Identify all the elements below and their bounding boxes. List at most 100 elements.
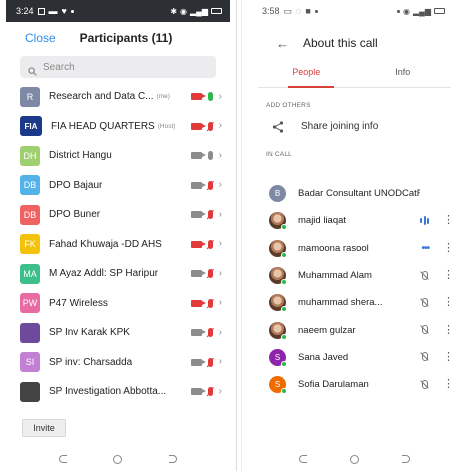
participant-name: FIA HEAD QUARTERS <box>51 120 155 132</box>
mic-muted-icon <box>207 180 213 190</box>
participant-row[interactable]: SP Inv Karak KPK › <box>6 318 230 348</box>
participant-row[interactable]: MA M Ayaz Addl: SP Haripur › <box>6 259 230 289</box>
avatar: S <box>269 348 287 367</box>
close-button[interactable]: Close <box>25 31 56 45</box>
back-nav-icon[interactable] <box>299 455 308 463</box>
participant-list: R Research and Data C... (me) › FIA FIA HEAD … <box>6 82 230 407</box>
avatar: FK <box>20 234 40 255</box>
more-options-icon[interactable]: ⋮ <box>443 215 451 226</box>
in-call-person-row[interactable]: S Sofia Darulaman ⋮ <box>258 371 451 398</box>
signal-icon: ▂▄▆ <box>413 6 431 16</box>
person-name: Badar Consultant UNODCatFl... <box>298 188 420 200</box>
in-call-person-row[interactable]: B Badar Consultant UNODCatFl... <box>258 180 451 207</box>
tab-people[interactable]: People <box>258 64 355 87</box>
home-nav-icon[interactable] <box>349 454 359 464</box>
person-controls: ⋮ <box>419 270 451 281</box>
mic-icon <box>207 151 213 161</box>
notification-icon: ▭ <box>283 5 293 16</box>
in-call-person-row[interactable]: muhammad shera... ⋮ <box>258 289 451 316</box>
video-icon <box>190 358 206 366</box>
participant-row[interactable]: DB DPO Buner › <box>6 200 230 230</box>
online-indicator <box>281 360 287 367</box>
chevron-right-icon: › <box>218 120 222 132</box>
more-options-icon[interactable]: ⋮ <box>443 242 451 254</box>
participant-role-tag: (me) <box>156 93 170 101</box>
search-icon <box>28 63 37 76</box>
active-tab-indicator <box>288 86 334 88</box>
mic-muted-icon <box>207 357 213 367</box>
participant-row[interactable]: FIA FIA HEAD QUARTERS (Host) › <box>6 112 230 142</box>
in-call-person-row[interactable]: majid liaqat ⋮ <box>258 207 451 234</box>
video-icon <box>190 388 206 396</box>
avatar <box>269 321 287 340</box>
participant-name: M Ayaz Addl: SP Haripur <box>49 268 159 280</box>
participant-row[interactable]: FK Fahad Khuwaja -DD AHS › <box>6 230 230 260</box>
participant-row[interactable]: DH District Hangu › <box>6 141 230 171</box>
participant-row[interactable]: DB DPO Bajaur › <box>6 171 230 201</box>
search-input[interactable] <box>43 61 193 73</box>
in-call-list: B Badar Consultant UNODCatFl... majid liaq… <box>258 180 451 398</box>
more-options-icon[interactable]: ⋮ <box>443 297 451 308</box>
avatar <box>269 294 287 313</box>
mic-muted-icon <box>207 269 213 279</box>
participant-status-icons: › <box>190 238 222 250</box>
status-bar: 3:24 ▬ ♥ ✱ ◉ ▂▄▆ <box>6 0 230 22</box>
in-call-person-row[interactable]: mamoona rasool ••• ⋮ <box>258 235 451 262</box>
chevron-right-icon: › <box>218 238 222 250</box>
participant-status-icons: › <box>190 386 222 397</box>
speaking-indicator-icon <box>420 216 429 226</box>
person-name: naeem gulzar <box>298 324 356 336</box>
participant-name: SP inv: Charsadda <box>49 356 133 368</box>
chevron-right-icon: › <box>218 149 222 161</box>
chevron-right-icon: › <box>218 356 222 368</box>
participant-status-icons: › <box>190 267 222 279</box>
participant-row[interactable]: SP Investigation Abbotta... › <box>6 377 230 407</box>
in-call-person-row[interactable]: naeem gulzar ⋮ <box>258 316 451 343</box>
more-options-icon[interactable]: ⋮ <box>443 270 451 281</box>
avatar <box>20 381 40 402</box>
share-icon <box>272 120 284 133</box>
in-call-person-row[interactable]: Muhammad Alam ⋮ <box>258 262 451 289</box>
participant-status-icons: › <box>190 298 222 308</box>
home-nav-icon[interactable] <box>113 454 123 464</box>
mic-muted-icon <box>207 239 213 249</box>
participant-name: DPO Bajaur <box>49 179 103 191</box>
person-controls: ⋮ <box>419 297 451 308</box>
more-options-icon[interactable]: ⋮ <box>443 324 451 336</box>
mic-muted-icon <box>207 328 213 338</box>
back-nav-icon[interactable] <box>59 455 68 463</box>
person-controls: ⋮ <box>419 324 451 336</box>
participant-status-icons: › <box>190 91 222 102</box>
tab-info[interactable]: Info <box>355 64 451 87</box>
avatar: R <box>20 86 40 107</box>
back-arrow-icon[interactable]: ← <box>276 36 289 51</box>
participant-role-tag: (Host) <box>157 122 176 130</box>
mic-off-icon <box>419 270 429 281</box>
recents-nav-icon[interactable] <box>401 455 410 463</box>
recents-nav-icon[interactable] <box>168 455 177 463</box>
participant-row[interactable]: SI SP inv: Charsadda › <box>6 348 230 378</box>
person-controls: ••• ⋮ <box>421 242 451 254</box>
in-call-person-row[interactable]: S Sana Javed ⋮ <box>258 344 451 371</box>
mic-muted-icon <box>207 121 213 131</box>
video-off-icon <box>190 299 206 307</box>
participant-row[interactable]: R Research and Data C... (me) › <box>6 82 230 112</box>
online-indicator <box>281 388 287 395</box>
notification-icon <box>37 7 45 15</box>
invite-button[interactable]: Invite <box>22 419 66 437</box>
more-options-icon[interactable]: ⋮ <box>443 351 451 363</box>
search-bar[interactable] <box>20 56 216 78</box>
video-icon <box>190 270 206 278</box>
connecting-indicator-icon: ••• <box>421 242 429 254</box>
video-off-icon <box>190 240 206 248</box>
participant-status-icons: › <box>190 180 222 190</box>
participant-row[interactable]: PW P47 Wireless › <box>6 289 230 319</box>
participant-name: DPO Buner <box>49 209 101 221</box>
chevron-right-icon: › <box>218 267 222 279</box>
screenshot-divider <box>236 0 237 471</box>
more-options-icon[interactable]: ⋮ <box>443 379 451 390</box>
share-joining-info-row[interactable]: Share joining info <box>258 109 451 143</box>
facebook-icon: ■ <box>305 6 311 16</box>
about-call-header: ← About this call <box>258 22 451 64</box>
avatar-initial: S <box>274 380 281 390</box>
